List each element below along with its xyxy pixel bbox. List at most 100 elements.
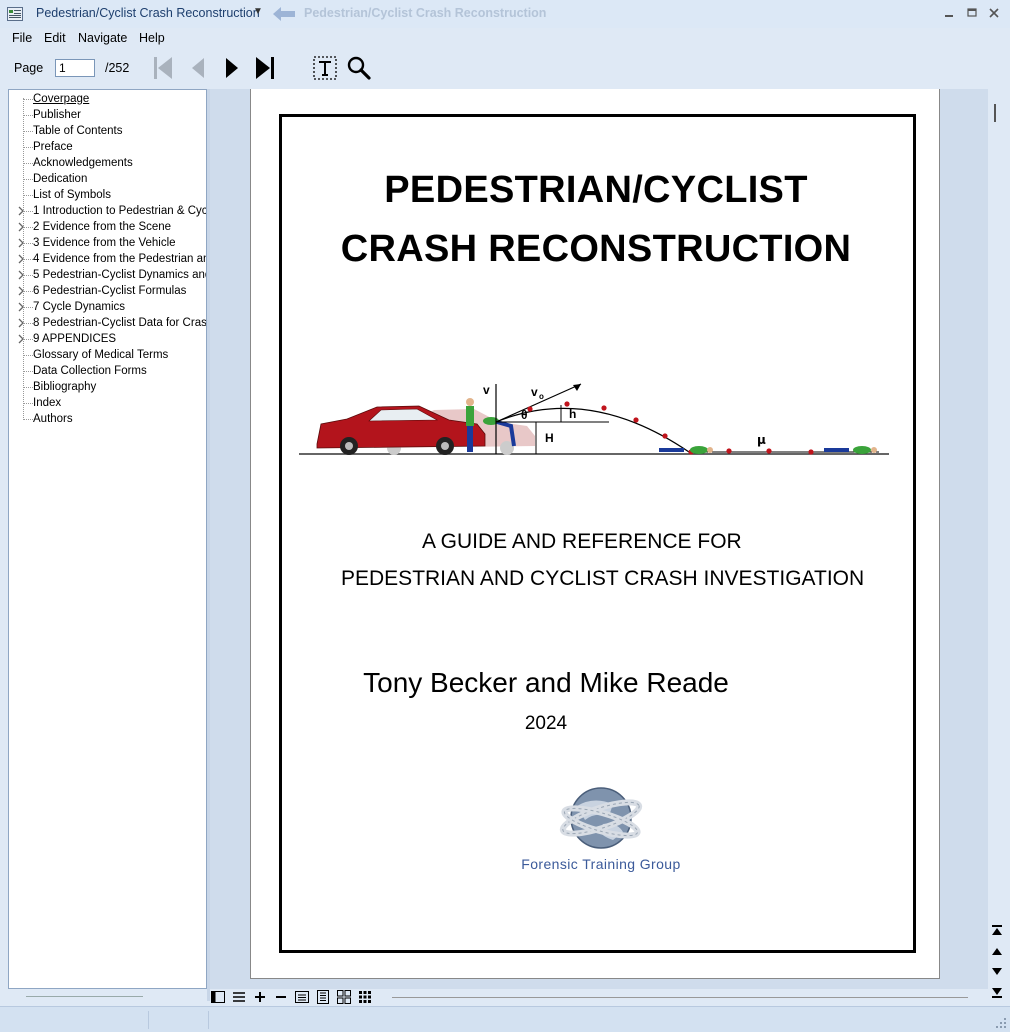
- rest-pedestrian-head: [871, 447, 877, 453]
- toc-item-label: 3 Evidence from the Vehicle: [33, 237, 176, 249]
- tree-connector: [23, 163, 33, 164]
- toc-item-label: Acknowledgements: [33, 157, 133, 169]
- thumbnail-view-button[interactable]: [357, 990, 373, 1004]
- landing-pedestrian-torso: [690, 446, 708, 454]
- search-icon: [347, 56, 371, 80]
- tree-connector: [23, 291, 33, 292]
- toc-item-label: Bibliography: [33, 381, 97, 393]
- menu-navigate[interactable]: Navigate: [78, 31, 127, 45]
- tree-connector: [23, 115, 33, 116]
- scroll-up-button[interactable]: [990, 945, 1004, 959]
- scroll-to-bottom-icon: [992, 988, 1002, 998]
- toc-item-label: Table of Contents: [33, 125, 123, 137]
- status-separator: [208, 1011, 209, 1029]
- logo-text: Forensic Training Group: [521, 856, 681, 872]
- previous-page-icon: [192, 58, 204, 78]
- tree-connector: [23, 227, 33, 228]
- first-page-icon: [154, 57, 172, 79]
- toggle-sidebar-button[interactable]: [210, 990, 226, 1004]
- maximize-button[interactable]: [964, 5, 980, 21]
- close-button[interactable]: [986, 5, 1002, 21]
- fit-width-button[interactable]: [294, 990, 310, 1004]
- two-page-view-button[interactable]: [336, 990, 352, 1004]
- window-title: Pedestrian/Cyclist Crash Reconstruction: [36, 6, 260, 20]
- scrollbar-thumb[interactable]: [994, 104, 996, 122]
- chevron-down-icon[interactable]: ▼: [253, 6, 263, 17]
- document-viewport[interactable]: PEDESTRIAN/CYCLIST CRASH RECONSTRUCTION: [210, 89, 988, 989]
- sidebar-toggle-icon: [211, 991, 225, 1003]
- crash-trajectory-illustration: v v o θ h H μ: [299, 383, 889, 455]
- toc-item-label: Index: [33, 397, 62, 409]
- tree-connector: [23, 403, 33, 404]
- minus-icon: [276, 996, 286, 998]
- first-page-button[interactable]: [148, 54, 178, 82]
- menu-edit[interactable]: Edit: [44, 31, 66, 45]
- pedestrian-legs: [467, 426, 473, 452]
- fit-width-icon: [295, 991, 309, 1003]
- search-button[interactable]: [344, 54, 374, 82]
- scroll-down-button[interactable]: [990, 964, 1004, 978]
- toc-item-label: 1 Introduction to Pedestrian & Cyclis: [33, 205, 207, 217]
- sidebar-scroll-track[interactable]: [26, 996, 143, 997]
- tree-connector: [23, 419, 33, 420]
- tree-connector: [23, 99, 33, 100]
- page-label: Page: [14, 61, 44, 75]
- vertical-scrollbar[interactable]: [988, 89, 1006, 1001]
- trajectory-dot: [564, 401, 570, 407]
- zoom-out-button[interactable]: [273, 990, 289, 1004]
- zoom-in-button[interactable]: [252, 990, 268, 1004]
- scroll-top-button[interactable]: [990, 923, 1004, 937]
- pedestrian-torso: [466, 406, 474, 426]
- toc-item-label: List of Symbols: [33, 189, 111, 201]
- tree-connector: [23, 387, 33, 388]
- page-up-icon: [992, 948, 1002, 955]
- page-total: /252: [105, 61, 130, 75]
- car-hub-icon: [441, 442, 449, 450]
- trajectory-dot: [633, 417, 639, 423]
- fit-page-button[interactable]: [315, 990, 331, 1004]
- document-page: PEDESTRIAN/CYCLIST CRASH RECONSTRUCTION: [250, 89, 940, 979]
- tree-connector: [23, 339, 33, 340]
- back-arrow-icon[interactable]: [271, 6, 297, 22]
- horizontal-scroll-track[interactable]: [392, 997, 968, 998]
- minimize-button[interactable]: [941, 5, 957, 21]
- scroll-to-top-icon: [992, 925, 1002, 935]
- scroll-bottom-button[interactable]: [990, 986, 1004, 1000]
- page-number-input[interactable]: [55, 59, 95, 77]
- toc-item-label: Coverpage: [33, 93, 90, 105]
- next-page-icon: [226, 58, 238, 78]
- trajectory-dot: [766, 448, 772, 454]
- trajectory-dot: [527, 406, 533, 412]
- previous-page-button[interactable]: [183, 54, 213, 82]
- tree-connector: [23, 211, 33, 212]
- resize-grip-icon[interactable]: [996, 1018, 1006, 1028]
- authors: Tony Becker and Mike Reade: [363, 667, 729, 698]
- toc-item-label: 2 Evidence from the Scene: [33, 221, 172, 233]
- menu-file[interactable]: File: [12, 31, 32, 45]
- toc-item-label: 5 Pedestrian-Cyclist Dynamics and T: [33, 269, 207, 281]
- car-hub-icon: [345, 442, 353, 450]
- outline-view-button[interactable]: [231, 990, 247, 1004]
- menu-bar: File Edit Navigate Help: [0, 28, 1010, 50]
- title-bar: Pedestrian/Cyclist Crash Reconstruction …: [0, 0, 1010, 28]
- next-page-button[interactable]: [216, 54, 246, 82]
- publication-year: 2024: [524, 713, 568, 734]
- history-title[interactable]: Pedestrian/Cyclist Crash Reconstruction: [304, 6, 546, 20]
- app-icon[interactable]: [7, 7, 23, 21]
- tree-connector: [23, 179, 33, 180]
- last-page-button[interactable]: [250, 54, 280, 82]
- subtitle-line-2: PEDESTRIAN AND CYCLIST CRASH INVESTIGATI…: [341, 567, 865, 590]
- globe-logo-icon: [559, 787, 643, 849]
- grid-3x3-icon: [359, 991, 371, 1003]
- landing-pedestrian-head: [707, 447, 713, 453]
- list-icon: [233, 992, 245, 1002]
- tree-connector: [23, 195, 33, 196]
- trajectory-dot: [601, 405, 607, 411]
- grid-2x2-icon: [337, 990, 351, 1004]
- subtitle-line-1: A GUIDE AND REFERENCE FOR: [422, 530, 742, 553]
- text-select-button[interactable]: [310, 54, 340, 82]
- toc-item-label: Glossary of Medical Terms: [33, 349, 169, 361]
- toc-item-label: 6 Pedestrian-Cyclist Formulas: [33, 285, 187, 297]
- menu-help[interactable]: Help: [139, 31, 165, 45]
- H-label: H: [545, 431, 554, 445]
